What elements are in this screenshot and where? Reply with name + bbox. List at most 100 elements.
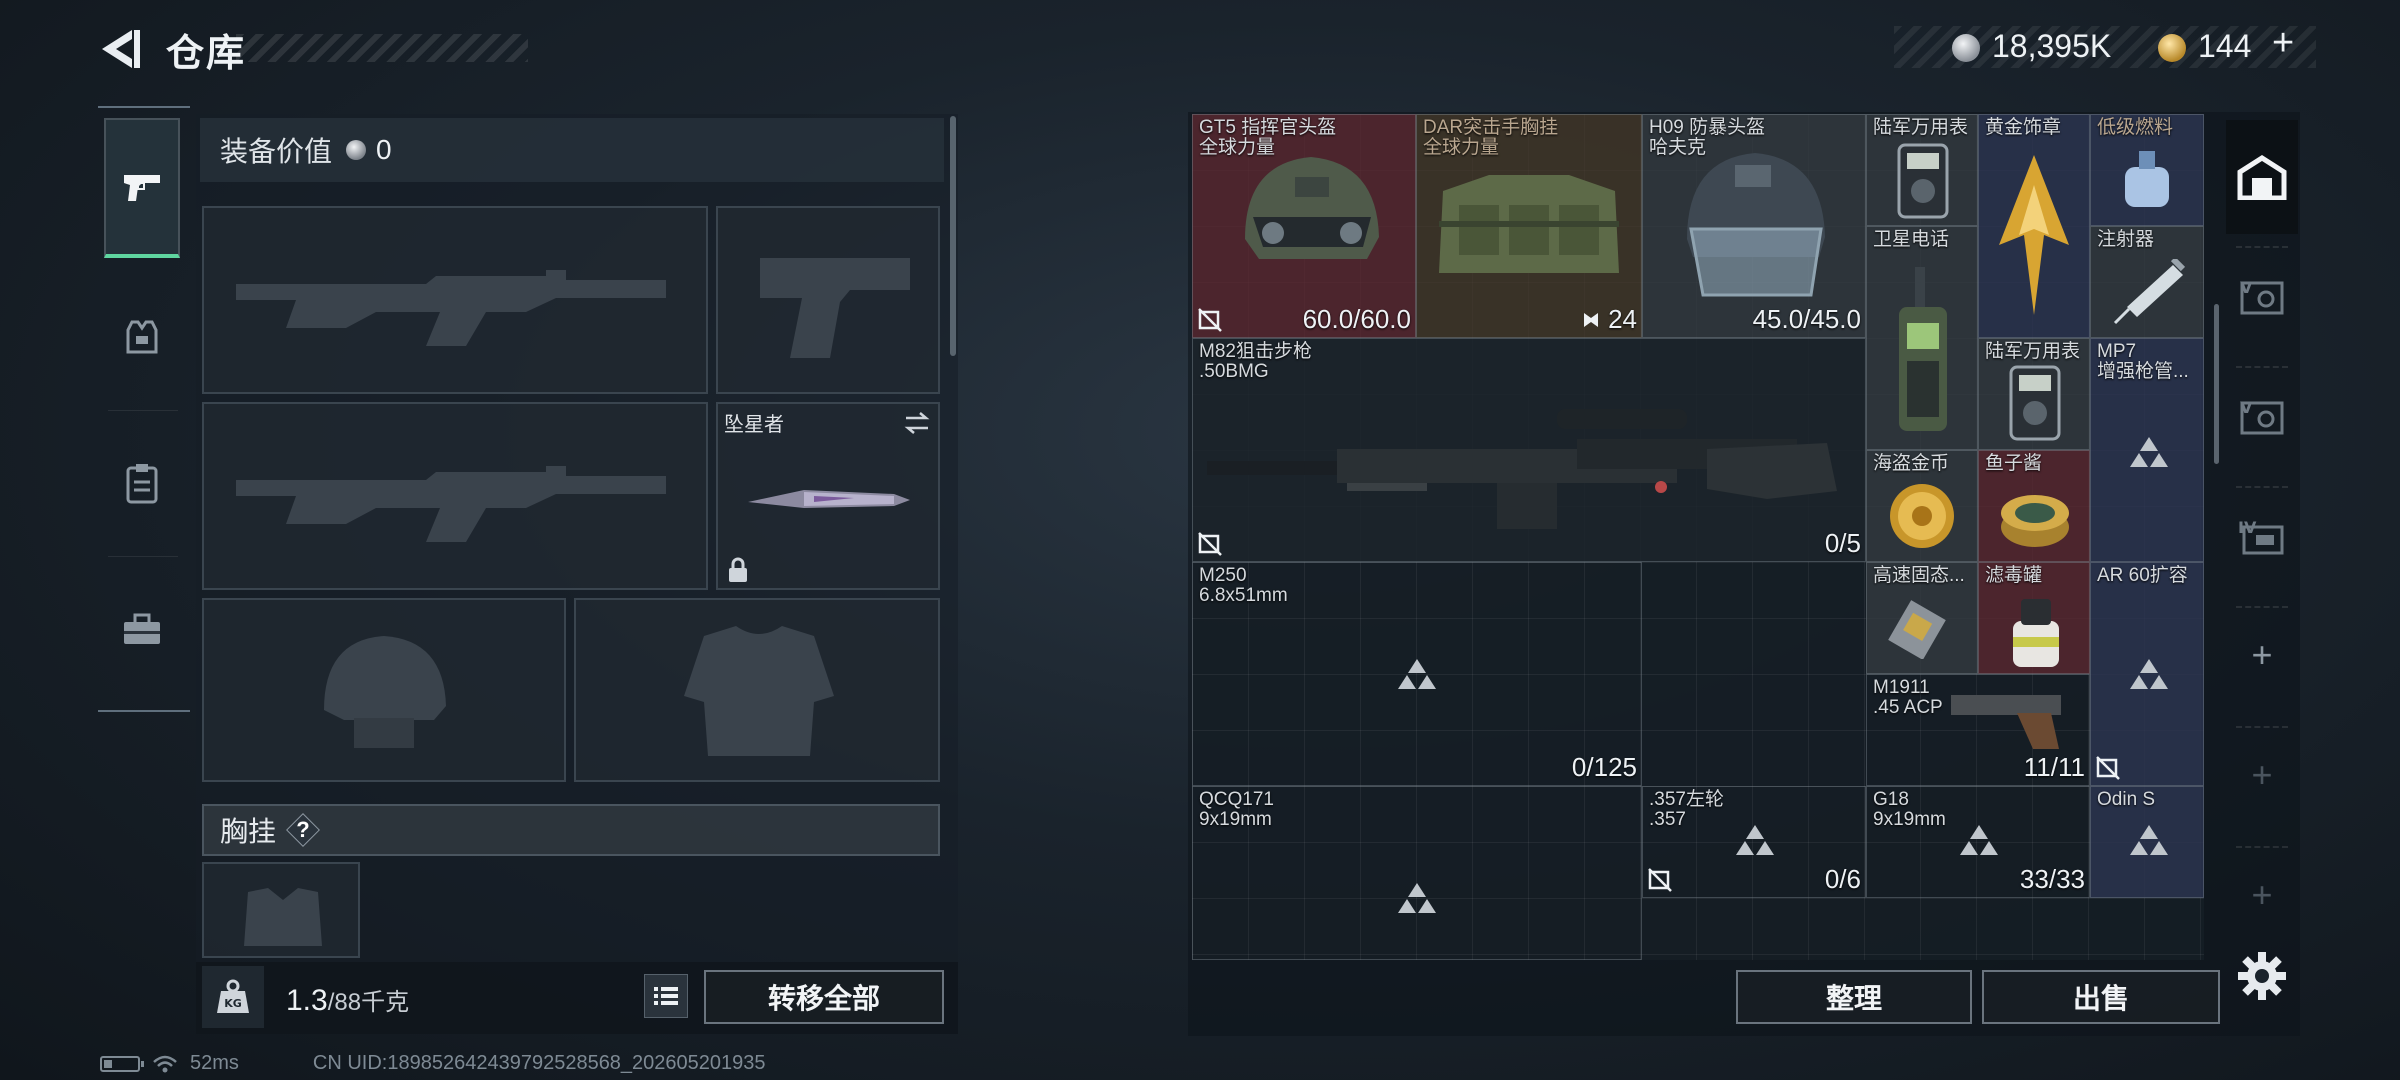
sort-button[interactable]: 整理 [1736,970,1972,1024]
list-view-button[interactable] [644,974,688,1018]
sell-button[interactable]: 出售 [1982,970,2220,1024]
battery-icon [100,1055,144,1072]
help-button[interactable]: ? [288,815,318,845]
weight-readout: 1.3/88千克 [286,982,409,1018]
storage-iv-icon: IV [2238,518,2284,555]
item-name: G18 [1873,789,1909,810]
primary-weapon-slot[interactable] [202,206,708,394]
triangle-mark-icon [2130,437,2168,467]
item-high-speed-ssd[interactable]: 高速固态... [1866,562,1978,674]
item-qcq171[interactable]: QCQ171 9x19mm [1192,786,1642,960]
body-armor-slot[interactable] [574,598,940,782]
svg-text:V: V [2240,398,2253,417]
add-storage-tab[interactable]: + [2226,718,2298,832]
sidearm-slot[interactable] [716,206,940,394]
no-insurance-icon [1198,532,1222,556]
storage-tab-v-alt[interactable]: V [2226,358,2298,472]
rail-bottom-border [98,710,190,712]
item-caviar[interactable]: 鱼子酱 [1978,450,2090,562]
add-storage-tab[interactable]: + [2226,598,2298,712]
filter-canister-icon [2013,599,2059,667]
item-army-multimeter[interactable]: 陆军万用表 [1978,338,2090,450]
triangle-mark-icon [1960,825,1998,855]
user-uid: CN UID:18985264243979252856​8_2026052019… [312,1052,766,1074]
page-title: 仓库 [166,33,247,75]
item-name: QCQ171 [1199,789,1274,810]
helmet-slot[interactable] [202,598,566,782]
stash-grid: GT5 指挥官头盔 全球力量 60.0/60.0 DAR突击手胸挂 全球力量 2… [1192,114,2204,960]
satellite-phone-icon [1899,267,1947,431]
helmet-icon [1245,157,1379,259]
item-caliber: 9x19mm [1199,809,1272,830]
tab-armor[interactable] [104,268,180,408]
storage-tab-main[interactable] [2226,120,2298,234]
add-currency-button[interactable]: + [2272,22,2294,65]
gold-coin-item-icon [1890,484,1954,548]
add-storage-tab[interactable]: + [2226,838,2298,952]
item-m250[interactable]: M250 6.8x51mm 0/125 [1192,562,1642,786]
tab-chest-rig[interactable] [104,414,180,554]
weight-max: /88千克 [327,989,410,1016]
item-name: 黄金饰章 [1985,117,2062,138]
item-m1911[interactable]: M1911 .45 ACP 11/11 [1866,674,2090,786]
item-filter-canister[interactable]: 滤毒罐 [1978,562,2090,674]
gold-currency-value: 144 [2198,28,2252,64]
stash-scrollbar[interactable] [2214,304,2219,464]
item-gold-badge[interactable]: 黄金饰章 [1978,114,2090,338]
melee-slot[interactable]: 坠星者 [716,402,940,590]
gold-coin-icon [2158,34,2186,62]
chest-rig-slot[interactable] [202,862,360,958]
chest-rig-icon [126,464,158,504]
no-insurance-icon [2096,756,2120,780]
item-dar-chest-rig[interactable]: DAR突击手胸挂 全球力量 24 [1416,114,1642,338]
secondary-weapon-slot[interactable] [202,402,708,590]
multimeter-icon [1897,143,1949,219]
item-mp7-barrel[interactable]: MP7 增强枪管... [2090,338,2204,562]
capacity-icon [1583,313,1598,327]
item-name: Odin S [2097,789,2156,810]
item-satellite-phone[interactable]: 卫星电话 [1866,226,1978,450]
item-name: DAR突击手胸挂 [1423,117,1559,138]
svg-text:KG: KG [224,997,242,1010]
svg-text:IV: IV [2238,518,2257,537]
item-ar60-magazine[interactable]: AR 60扩容 [2090,562,2204,786]
settings-button[interactable] [2236,950,2288,1002]
list-icon [654,987,678,1005]
item-h09-helmet[interactable]: H09 防暴头盔 哈夫克 45.0/45.0 [1642,114,1866,338]
loadout-scrollbar[interactable] [950,116,956,356]
item-caliber: .357 [1649,809,1686,830]
item-g18[interactable]: G18 9x19mm 33/33 [1866,786,2090,898]
item-name: 滤毒罐 [1985,565,2043,586]
storage-v-icon: V [2240,278,2284,315]
status-bar: 52ms CN UID:18985264243979252856​8_20260… [100,1052,766,1075]
riot-helmet-icon [1687,153,1825,297]
storage-tab-v[interactable]: V [2226,238,2298,352]
item-m82-sniper-rifle[interactable]: M82狙击步枪 .50BMG 0/5 [1192,338,1866,562]
transfer-all-button[interactable]: 转移全部 [704,970,944,1024]
tab-backpack[interactable] [104,560,180,700]
triangle-mark-icon [1398,659,1436,689]
item-pirate-coin[interactable]: 海盗金币 [1866,450,1978,562]
silver-currency-value: 18,395K [1992,28,2112,64]
item-ammo: 0/125 [1571,752,1637,782]
equipment-value-row: 装备价值 0 [200,118,944,182]
back-button[interactable] [96,26,146,72]
swap-icon[interactable] [902,410,932,436]
storage-tab-iv[interactable]: IV [2226,478,2298,592]
item-odin-s[interactable]: Odin S [2090,786,2204,898]
item-army-multimeter[interactable]: 陆军万用表 [1866,114,1978,226]
item-syringe[interactable]: 注射器 [2090,226,2204,338]
item-name: H09 防暴头盔 [1649,117,1766,138]
storage-tabs-rail: V V IV + + + [2226,112,2298,1036]
melee-name: 坠星者 [724,414,784,436]
item-357-revolver[interactable]: .357左轮 .357 0/6 [1642,786,1866,898]
item-name: GT5 指挥官头盔 [1199,117,1337,138]
item-ammo: 11/11 [2023,752,2085,782]
equipment-value: 0 [376,134,392,165]
chest-rig-silhouette-icon [244,888,322,946]
rifle-silhouette-icon [236,466,666,542]
storage-v-alt-icon: V [2240,398,2284,435]
item-gt5-helmet[interactable]: GT5 指挥官头盔 全球力量 60.0/60.0 [1192,114,1416,338]
tab-weapons[interactable] [104,118,180,258]
item-low-grade-fuel[interactable]: 低级燃料 [2090,114,2204,226]
